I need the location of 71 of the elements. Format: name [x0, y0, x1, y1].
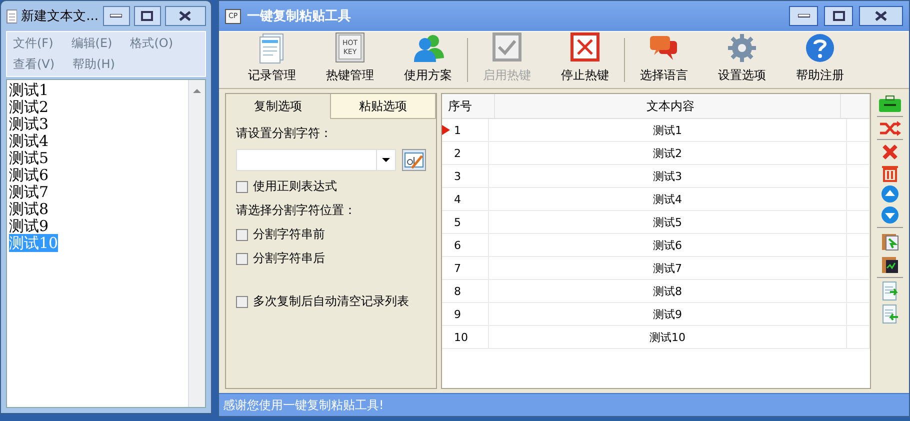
toolbar-button[interactable]: 设置选项 [703, 32, 781, 88]
table-cell: 2 [454, 146, 461, 160]
table-cell: 测试5 [489, 211, 847, 233]
table-cell: 测试8 [489, 280, 847, 302]
edit-icon[interactable] [402, 149, 426, 171]
table-cell: 测试3 [489, 165, 847, 187]
option-label: 请设置分割字符： [236, 125, 333, 142]
table-cell: 测试7 [489, 257, 847, 279]
option-label: 请选择分割字符位置： [236, 202, 357, 219]
table-cell: 5 [454, 216, 461, 228]
toolbar-button[interactable]: 选择语言 [625, 32, 703, 88]
delete-icon[interactable] [881, 143, 899, 161]
up-icon[interactable] [881, 185, 899, 203]
table-cell: 测试10 [489, 326, 847, 348]
down-icon[interactable] [881, 206, 899, 224]
toolbar-button[interactable]: 记录管理 [233, 32, 311, 88]
text-line: 测试9 [9, 217, 49, 235]
text-line: 测试1 [9, 81, 49, 99]
toolbar-button[interactable]: 使用方案 [389, 32, 467, 88]
table-cell: 测试6 [489, 234, 847, 256]
table-cell: 6 [454, 238, 461, 252]
text-editor[interactable]: 测试1 测试2 测试3 测试4 测试5 测试6 测试7 测试8 测试9 测试10 [6, 79, 206, 408]
minimize-icon[interactable] [798, 14, 810, 18]
toolbar-button[interactable]: 帮助注册 [781, 32, 859, 88]
checkbox-option[interactable]: 分割字符串后 [236, 250, 426, 267]
table-cell: 1 [454, 124, 461, 136]
document-icon[interactable] [881, 304, 899, 324]
table-cell: 测试4 [489, 188, 847, 210]
checkbox-option[interactable]: 多次复制后自动清空记录列表 [236, 293, 426, 310]
checkbox-icon [490, 32, 524, 64]
text-line: 测试3 [9, 115, 49, 133]
text-line: 测试5 [9, 149, 49, 167]
tab[interactable]: 粘贴选项 [331, 94, 436, 119]
clipboard-icon[interactable] [881, 254, 899, 274]
checkbox-option[interactable]: 分割字符串前 [236, 226, 426, 243]
clipboard-icon[interactable] [881, 231, 899, 251]
trash-icon[interactable] [881, 164, 899, 182]
table-cell: 10 [454, 330, 468, 344]
caret-icon [382, 158, 390, 162]
table-cell: 测试2 [489, 142, 847, 164]
maximize-icon[interactable] [832, 11, 844, 21]
document-icon[interactable] [881, 281, 899, 301]
text-line: 测试8 [9, 200, 49, 218]
table-cell: 7 [454, 262, 461, 274]
settings-icon [725, 32, 759, 64]
maximize-icon[interactable] [141, 11, 154, 21]
window-title: 新建文本文... [21, 8, 99, 25]
text-line: 测试2 [9, 98, 49, 116]
toolbox-icon[interactable] [878, 95, 902, 113]
column-header: 文本内容 [495, 94, 841, 118]
window-title: 一键复制粘贴工具 [247, 8, 352, 25]
table-cell: 测试1 [489, 119, 847, 141]
close-icon[interactable] [179, 11, 192, 21]
scroll-up-icon[interactable] [193, 88, 201, 93]
column-header: 序号 [442, 94, 495, 118]
table-cell: 3 [454, 170, 461, 182]
text-line: 测试4 [9, 132, 49, 150]
table-cell: 测试9 [489, 303, 847, 325]
close-icon[interactable] [875, 11, 887, 21]
text-line: 测试7 [9, 183, 49, 201]
checkbox-option[interactable]: 使用正则表达式 [236, 178, 426, 195]
table-cell: 8 [454, 284, 461, 298]
status-text: 感谢您使用一键复制粘贴工具! [223, 396, 384, 414]
table-cell: 4 [454, 192, 461, 206]
minimize-icon[interactable] [110, 14, 122, 18]
text-line: 测试6 [9, 166, 49, 184]
notepad-icon [6, 8, 18, 24]
toolbar-button[interactable]: 停止热键 [546, 32, 624, 88]
table-cell: 9 [454, 308, 461, 320]
shuffle-icon[interactable] [879, 120, 901, 136]
users-icon [411, 32, 445, 64]
